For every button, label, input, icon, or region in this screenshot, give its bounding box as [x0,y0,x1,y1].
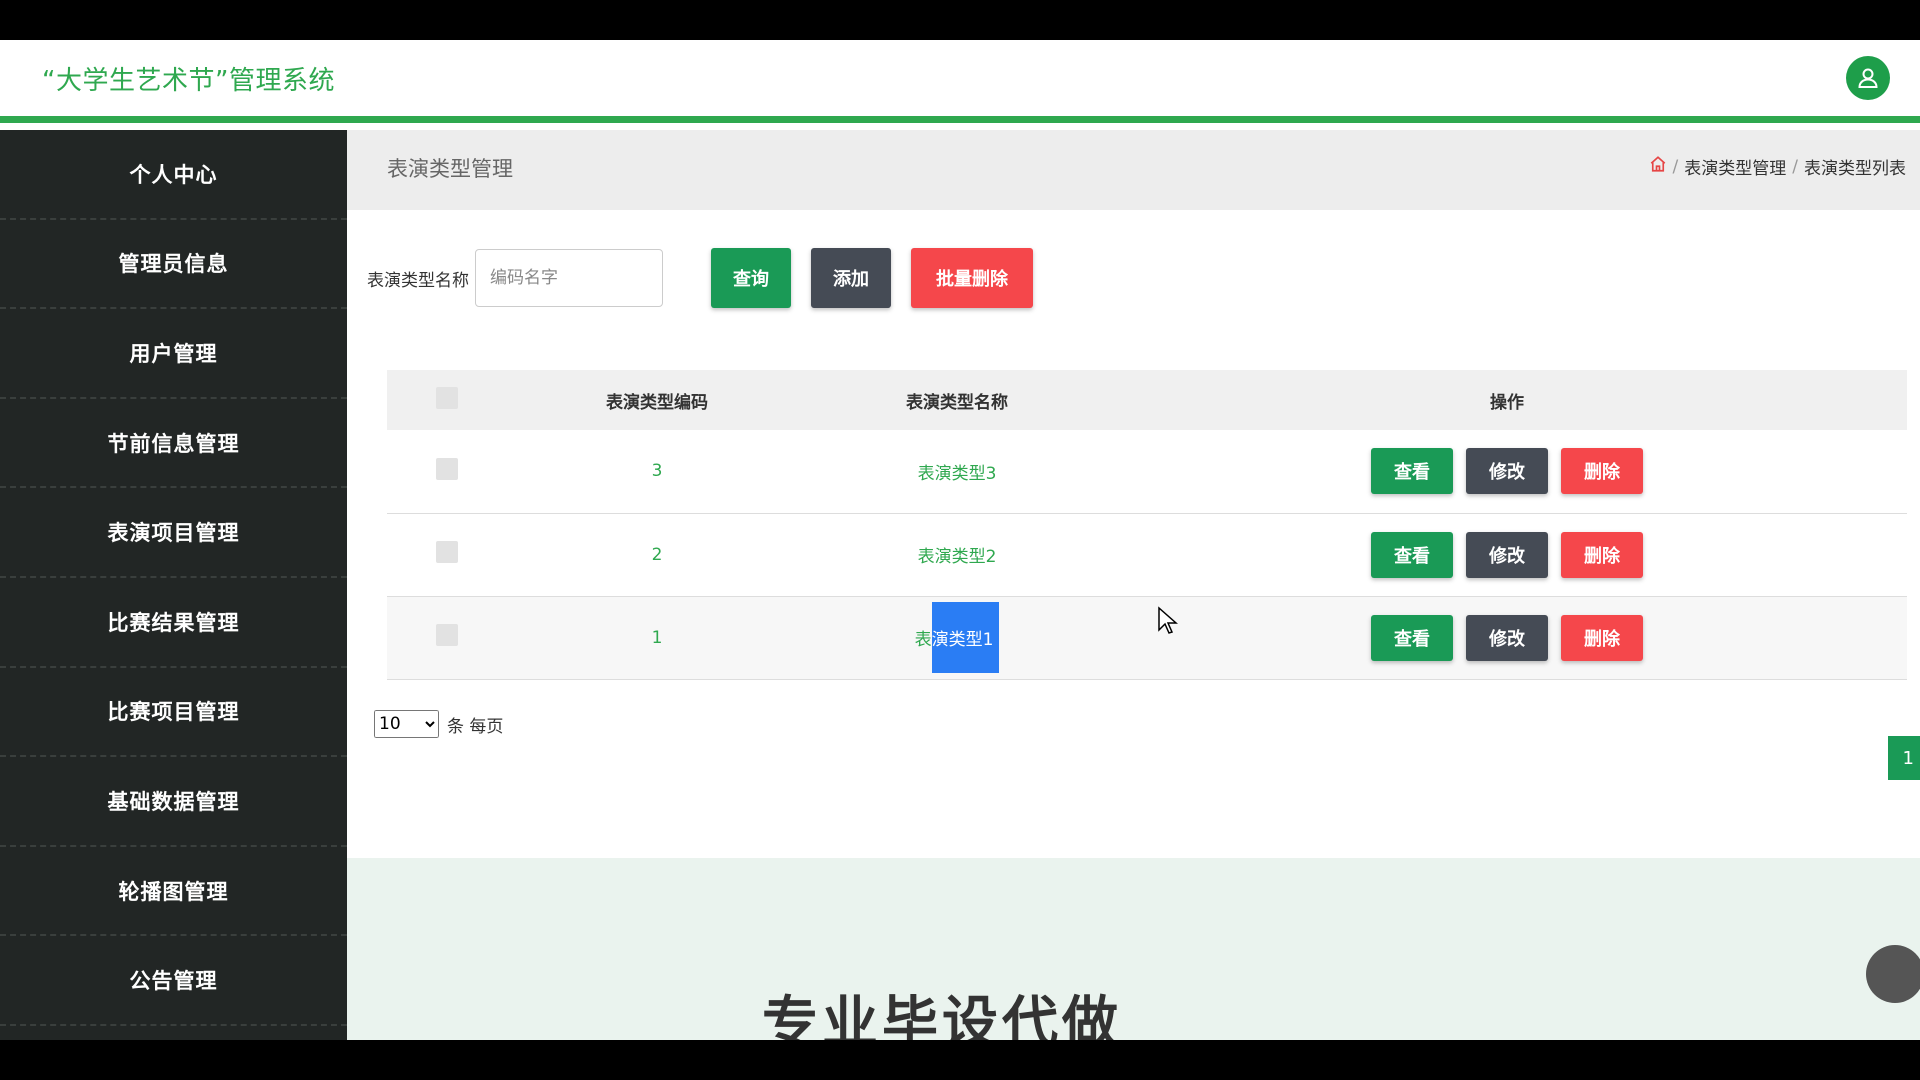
breadcrumb-separator: / [1672,156,1679,177]
home-icon[interactable] [1649,155,1667,178]
breadcrumb: / 表演类型管理 / 表演类型列表 [1649,154,1906,179]
app-title: “大学生艺术节”管理系统 [42,66,335,96]
column-header-operations: 操作 [1490,392,1524,413]
cell-name: 表演类型3 [917,463,997,484]
column-header-name: 表演类型名称 [906,392,1008,413]
cell-name: 表演类型2 [917,547,997,567]
sidebar-item-carousel[interactable]: 轮播图管理 [0,847,347,937]
batch-delete-button[interactable]: 批量删除 [911,248,1033,308]
delete-button[interactable]: 删除 [1561,614,1643,661]
cell-name-text: 表 [914,630,932,650]
page-size-suffix: 条 每页 [447,716,504,737]
sidebar-item-competition-results[interactable]: 比赛结果管理 [0,578,347,668]
cell-code: 2 [651,544,663,565]
page-header: 表演类型管理 / 表演类型管理 / 表演类型列表 [347,130,1920,210]
cell-code: 3 [651,461,663,482]
column-header-code: 表演类型编码 [606,392,708,413]
edit-button[interactable]: 修改 [1466,614,1548,661]
row-checkbox[interactable] [436,541,458,563]
view-button[interactable]: 查看 [1371,531,1453,578]
selected-text: 演类型1 [931,602,1000,673]
cell-code: 1 [651,627,663,648]
mouse-cursor-icon [1158,606,1178,634]
app-window: “大学生艺术节”管理系统 个人中心 管理员信息 用户管理 节前信息管理 表演项目… [0,40,1920,1040]
sidebar: 个人中心 管理员信息 用户管理 节前信息管理 表演项目管理 比赛结果管理 比赛项… [0,130,347,1040]
data-table: 表演类型编码 表演类型名称 操作 3 表演类型3 查看 修改 删除 2 表演类型… [387,370,1907,680]
breadcrumb-separator: / [1792,156,1798,177]
table-row: 3 表演类型3 查看 修改 删除 [387,430,1907,513]
row-checkbox[interactable] [436,624,458,646]
page-size-select[interactable]: 10 [374,710,439,738]
page-title: 表演类型管理 [387,157,513,181]
footer-banner: 专业毕设代做 [347,858,1920,1040]
table-header-row: 表演类型编码 表演类型名称 操作 [387,370,1907,430]
sidebar-item-announcements[interactable]: 公告管理 [0,936,347,1026]
scroll-top-button[interactable] [1866,945,1920,1003]
sidebar-item-basic-data[interactable]: 基础数据管理 [0,757,347,847]
page-number-button[interactable]: 1 [1888,736,1920,780]
sidebar-item-personal-center[interactable]: 个人中心 [0,130,347,220]
top-bar: “大学生艺术节”管理系统 [0,40,1920,123]
table-row: 1 表演类型1 查看 修改 删除 [387,596,1907,679]
search-label: 表演类型名称 [367,270,469,291]
footer-watermark-text: 专业毕设代做 [762,991,1122,1040]
sidebar-item-performance-projects[interactable]: 表演项目管理 [0,488,347,578]
sidebar-item-pre-festival-info[interactable]: 节前信息管理 [0,399,347,489]
edit-button[interactable]: 修改 [1466,448,1548,495]
sidebar-item-admin-info[interactable]: 管理员信息 [0,220,347,310]
cell-name: 表演类型1 [807,596,1107,679]
sidebar-item-user-management[interactable]: 用户管理 [0,309,347,399]
view-button[interactable]: 查看 [1371,448,1453,495]
pagination-size: 10 条 每页 [374,710,503,738]
breadcrumb-item[interactable]: 表演类型管理 [1684,154,1786,179]
query-button[interactable]: 查询 [711,248,791,308]
delete-button[interactable]: 删除 [1561,531,1643,578]
breadcrumb-item: 表演类型列表 [1804,159,1906,179]
delete-button[interactable]: 删除 [1561,448,1643,495]
search-input[interactable] [475,249,663,307]
main-content: 表演类型管理 / 表演类型管理 / 表演类型列表 表演类型名称 查询 添加 [347,130,1920,1040]
search-bar: 表演类型名称 查询 添加 批量删除 [367,248,1033,308]
add-button[interactable]: 添加 [811,248,891,308]
table-row: 2 表演类型2 查看 修改 删除 [387,513,1907,596]
view-button[interactable]: 查看 [1371,614,1453,661]
sidebar-item-competition-projects[interactable]: 比赛项目管理 [0,668,347,758]
row-checkbox[interactable] [436,457,458,480]
edit-button[interactable]: 修改 [1466,531,1548,578]
user-icon[interactable] [1846,56,1890,100]
select-all-checkbox[interactable] [436,386,458,409]
